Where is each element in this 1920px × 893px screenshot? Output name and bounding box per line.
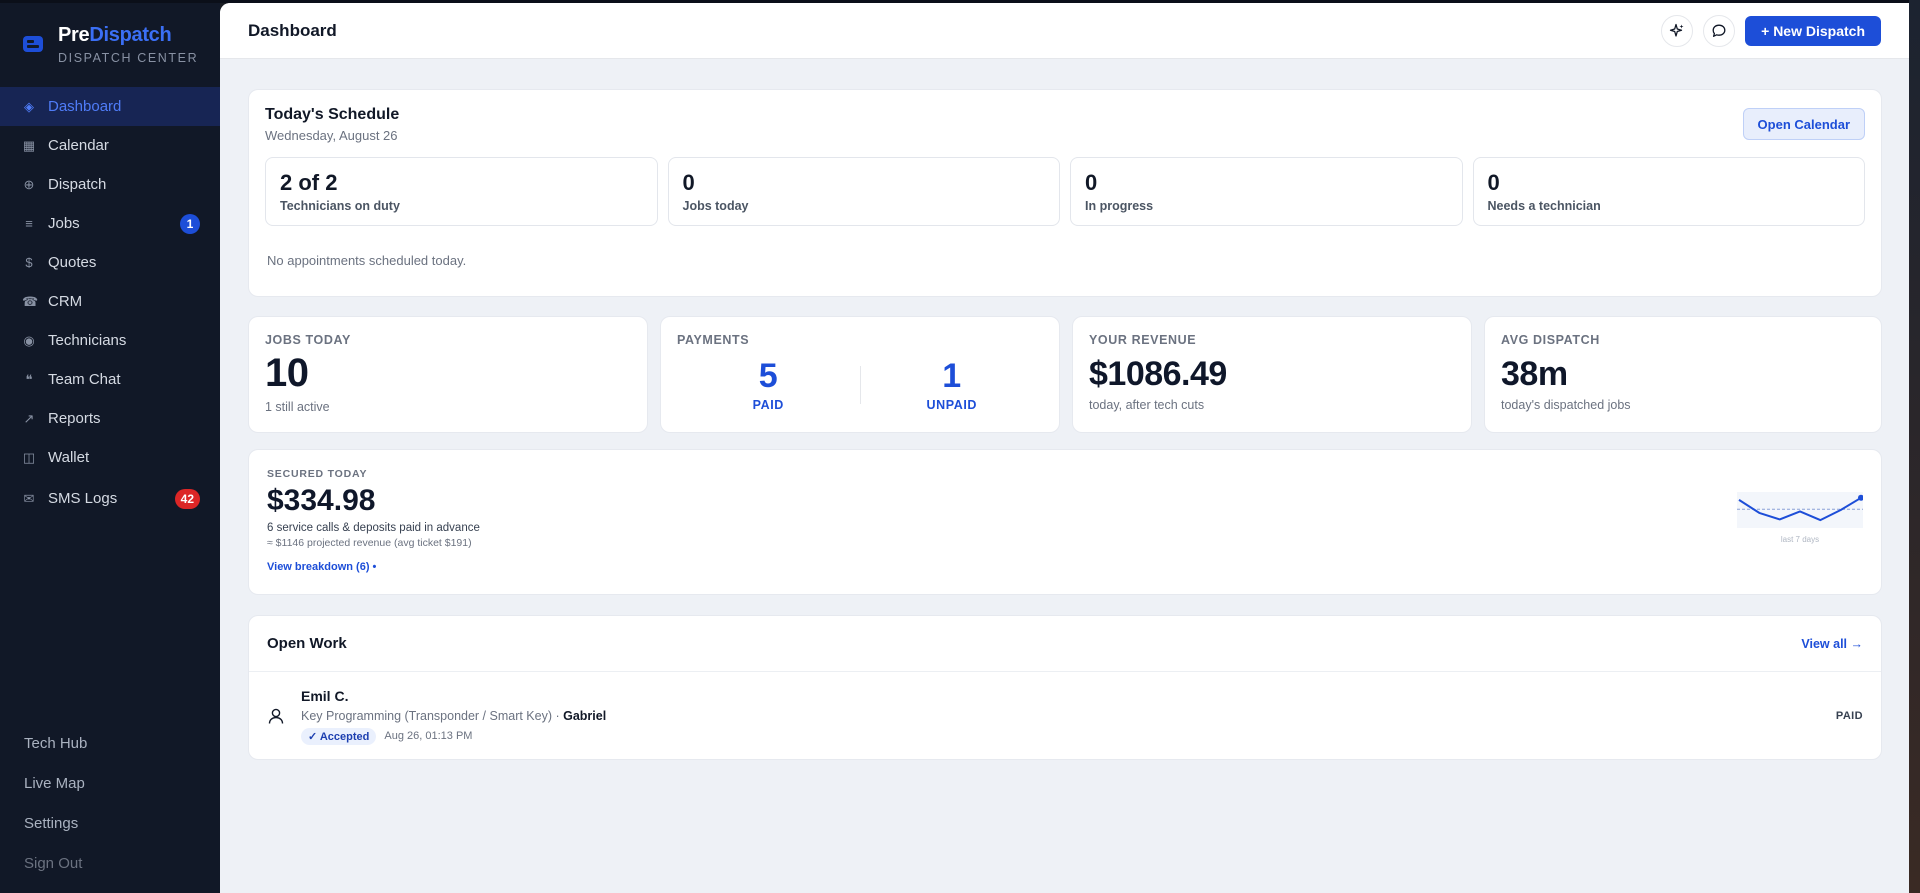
open-calendar-button[interactable]: Open Calendar — [1742, 108, 1865, 140]
brand-logo-icon — [23, 36, 43, 52]
sidebar-item-label: Technicians — [48, 332, 127, 349]
secured-sparkline: last 7 days — [1737, 492, 1863, 544]
sidebar-item-dashboard[interactable]: ◈ Dashboard — [0, 87, 220, 126]
diamond-icon: ◈ — [24, 98, 34, 114]
sidebar-item-calendar[interactable]: ▦ Calendar — [0, 126, 220, 165]
schedule-title: Today's Schedule — [265, 106, 400, 123]
stat-needs-technician: 0 Needs a technician — [1472, 157, 1865, 226]
job-timestamp: Aug 26, 01:13 PM — [384, 730, 473, 742]
sidebar-item-quotes[interactable]: $ Quotes — [0, 243, 220, 282]
calendar-grid-icon: ▦ — [22, 137, 36, 153]
projected-revenue-note: ≈ $1146 projected revenue (avg ticket $1… — [267, 537, 472, 549]
sidebar-link-tech-hub[interactable]: Tech Hub — [0, 723, 220, 763]
sidebar-item-label: Wallet — [48, 449, 90, 466]
stat-technicians-on-duty: 2 of 2 Technicians on duty — [265, 157, 658, 226]
sidebar-item-label: CRM — [48, 293, 83, 310]
sidebar-nav: ◈ Dashboard ▦ Calendar ⊕ Dispatch ≡ Jobs… — [0, 87, 220, 520]
status-badge: ✓ Accepted — [301, 727, 377, 745]
sidebar-item-dispatch[interactable]: ⊕ Dispatch — [0, 165, 220, 204]
kpi-payments[interactable]: PAYMENTS 5 PAID 1 UNPAID — [660, 316, 1060, 433]
secured-today-card: SECURED TODAY $334.98 6 service calls & … — [248, 449, 1882, 595]
open-work-title: Open Work — [267, 635, 347, 652]
secured-amount: $334.98 — [267, 484, 376, 517]
schedule-stats: 2 of 2 Technicians on duty 0 Jobs today … — [265, 157, 1865, 226]
sidebar-item-label: Reports — [48, 410, 101, 427]
payments-unpaid[interactable]: 1 UNPAID — [861, 357, 1044, 412]
sparkline-caption: last 7 days — [1781, 535, 1819, 544]
user-circle-icon: ◉ — [23, 332, 35, 348]
list-item[interactable]: Emil C. Key Programming (Transponder / S… — [249, 672, 1881, 760]
sidebar-item-label: Quotes — [48, 254, 97, 271]
view-all-link[interactable]: View all → — [1801, 637, 1863, 651]
page-title: Dashboard — [248, 20, 337, 40]
sidebar-item-reports[interactable]: ↗ Reports — [0, 399, 220, 438]
sidebar-item-technicians[interactable]: ◉ Technicians — [0, 321, 220, 360]
sidebar-item-jobs[interactable]: ≡ Jobs 1 — [0, 204, 220, 243]
sidebar-link-live-map[interactable]: Live Map — [0, 763, 220, 803]
kpi-jobs-today[interactable]: JOBS TODAY 10 1 still active — [248, 316, 648, 433]
dollar-icon: $ — [25, 255, 33, 270]
brand-subtitle: DISPATCH CENTER — [58, 50, 199, 65]
open-work-card: Open Work View all → Emil C. Key Program… — [248, 615, 1882, 760]
stat-jobs-today: 0 Jobs today — [667, 157, 1060, 226]
wallet-icon: ◫ — [22, 449, 36, 465]
job-description: Key Programming (Transponder / Smart Key… — [301, 708, 607, 723]
kpi-your-revenue[interactable]: YOUR REVENUE $1086.49 today, after tech … — [1072, 316, 1472, 433]
chat-bubble-icon — [1712, 24, 1726, 37]
sidebar-item-label: Jobs — [48, 215, 80, 232]
sidebar-item-label: SMS Logs — [48, 490, 118, 507]
sidebar-item-sms-logs[interactable]: ✉ SMS Logs 42 — [0, 477, 220, 520]
jobs-count-badge: 1 — [180, 213, 200, 234]
ai-assistant-button[interactable] — [1661, 14, 1694, 47]
sparkle-icon — [1669, 23, 1684, 37]
kpi-avg-dispatch[interactable]: AVG DISPATCH 38m today's dispatched jobs — [1484, 316, 1882, 433]
schedule-date: Wednesday, August 26 — [265, 128, 398, 143]
sidebar-item-label: Dispatch — [48, 176, 107, 193]
stat-in-progress: 0 In progress — [1070, 157, 1463, 226]
brand[interactable]: PreDispatch DISPATCH CENTER — [0, 3, 220, 85]
plus-circle-icon: ⊕ — [23, 176, 35, 192]
messages-button[interactable] — [1703, 14, 1736, 47]
job-meta: ✓ Accepted Aug 26, 01:13 PM — [301, 727, 606, 745]
sidebar: PreDispatch DISPATCH CENTER ◈ Dashboard … — [0, 3, 220, 893]
quote-icon: ❝ — [25, 371, 33, 387]
sidebar-item-label: Team Chat — [48, 371, 121, 388]
user-icon — [268, 708, 284, 724]
payment-status: PAID — [1835, 710, 1863, 722]
sidebar-item-label: Dashboard — [48, 98, 122, 115]
sms-count-badge: 42 — [174, 488, 200, 509]
secured-description: 6 service calls & deposits paid in advan… — [267, 522, 480, 534]
sidebar-item-wallet[interactable]: ◫ Wallet — [0, 438, 220, 477]
topbar-actions: + New Dispatch — [1661, 14, 1881, 47]
secured-label: SECURED TODAY — [267, 468, 368, 480]
view-breakdown-link[interactable]: View breakdown (6) • — [267, 561, 376, 573]
main-content: Dashboard + New Dispatch Today's Schedul… — [220, 3, 1909, 893]
open-work-header: Open Work View all → — [249, 616, 1881, 672]
customer-name: Emil C. — [301, 687, 349, 704]
sidebar-item-team-chat[interactable]: ❝ Team Chat — [0, 360, 220, 399]
list-icon: ≡ — [25, 216, 33, 231]
new-dispatch-button[interactable]: + New Dispatch — [1745, 15, 1881, 46]
sidebar-item-label: Calendar — [48, 137, 109, 154]
assigned-technician: Gabriel — [563, 708, 607, 723]
trend-arrow-icon: ↗ — [23, 410, 35, 426]
job-details: Emil C. Key Programming (Transponder / S… — [301, 688, 606, 745]
todays-schedule-card: Today's Schedule Wednesday, August 26 Op… — [248, 89, 1882, 297]
topbar: Dashboard + New Dispatch — [220, 3, 1909, 59]
phone-icon: ☎ — [22, 293, 39, 309]
brand-name: PreDispatch — [58, 23, 172, 46]
desktop-background-edge — [1909, 0, 1920, 893]
app-window: PreDispatch DISPATCH CENTER ◈ Dashboard … — [0, 0, 1909, 893]
mail-icon: ✉ — [23, 490, 35, 506]
sidebar-item-crm[interactable]: ☎ CRM — [0, 282, 220, 321]
payments-split: 5 PAID 1 UNPAID — [677, 357, 1043, 412]
sidebar-link-settings[interactable]: Settings — [0, 803, 220, 843]
sign-out-link[interactable]: Sign Out — [0, 843, 220, 883]
sidebar-footer: Tech Hub Live Map Settings Sign Out — [0, 723, 220, 883]
no-appointments-message: No appointments scheduled today. — [267, 253, 467, 268]
payments-paid[interactable]: 5 PAID — [677, 357, 860, 412]
